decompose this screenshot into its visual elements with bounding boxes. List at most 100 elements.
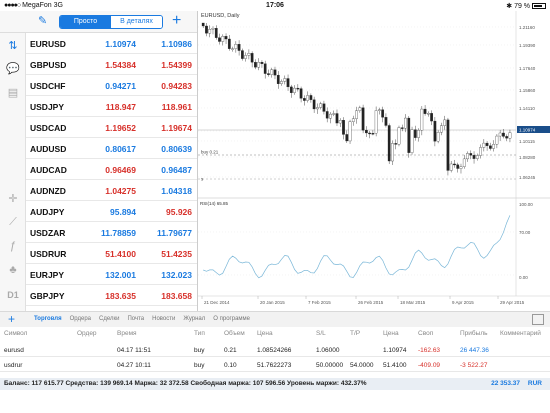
indicator-f-icon[interactable]: ƒ [5,239,21,253]
quote-bid: 1.04275 [105,186,136,196]
quote-row[interactable]: EURJPY 132.001 132.023 [26,264,197,285]
candle-body [237,44,241,51]
bluetooth-icon: ✱ [506,3,513,10]
cell-time: 04.17 11:51 [117,347,151,354]
quote-row[interactable]: AUDJPY 95.894 95.926 [26,201,197,222]
objects-icon[interactable]: ♣ [5,263,21,277]
edit-pencil-icon[interactable]: ✎ [38,14,52,28]
cell-symbol: usdrur [4,362,23,369]
candle-body [436,132,440,142]
quote-row[interactable]: AUDCAD 0.96469 0.96487 [26,159,197,180]
candle-body [322,103,326,112]
quote-row[interactable]: AUDNZD 1.04275 1.04318 [26,180,197,201]
candle-body [325,111,329,119]
chart-canvas[interactable]: EURUSD, Daily 1.21160 1.19390 1.17640 1.1586… [198,11,550,311]
price-tick-label: 1.19390 [519,43,536,48]
column-header: Ордер [77,330,97,337]
quote-symbol: USDZAR [30,228,66,238]
column-header: Прибыль [460,330,488,337]
tab-5[interactable]: Журнал [183,316,205,322]
quote-bid: 1.19652 [105,123,136,133]
chat-icon[interactable]: 💬 [5,62,21,76]
candle-body [263,63,267,74]
new-order-button[interactable]: + [8,312,15,326]
price-chart[interactable]: EURUSD, Daily 1.21160 1.19390 1.17640 1.1586… [197,11,550,311]
quote-bid: 118.947 [105,102,136,112]
status-bar: ●●●●○ MegaFon 3G 17:06 ✱ 79 % [0,0,550,11]
quote-row[interactable]: USDCAD 1.19652 1.19674 [26,117,197,138]
tab-0[interactable]: Торговля [34,316,62,322]
date-tick-label: 20 Jan 2015 [260,300,285,305]
candle-body [306,95,309,101]
column-header: T/P [350,330,361,337]
battery-info: ✱ 79 % [506,2,546,10]
quote-row[interactable]: USDCHF 0.94271 0.94283 [26,75,197,96]
quote-row[interactable]: USDRUR 51.4100 51.4235 [26,243,197,264]
add-symbol-button[interactable]: + [172,12,181,30]
candle-body [508,132,512,139]
candle-body [485,142,489,146]
document-icon[interactable]: ▤ [5,86,21,100]
table-row[interactable]: eurusd 04.17 11:51 buy 0.21 1.08524266 1.0600… [0,344,550,357]
quotes-icon[interactable]: ⇅ [5,39,21,53]
candle-body [211,28,215,30]
candle-body [407,117,411,153]
candle-body [257,62,261,68]
quote-row[interactable]: EURUSD 1.10974 1.10986 [26,33,197,54]
view-mode-switch: Просто В деталях [59,15,163,29]
quote-bid: 183.635 [105,291,136,301]
quote-row[interactable]: GBPJPY 183.635 183.658 [26,285,197,306]
tab-2[interactable]: Сделки [99,316,119,322]
candle-body [335,113,339,124]
line-tools-icon[interactable]: ⟋ [5,215,21,229]
cell-price: 51.7622273 [257,362,292,369]
candle-body [348,121,352,142]
candle-body [456,164,460,169]
tab-simple[interactable]: Просто [60,16,111,28]
quote-ask: 0.96487 [161,165,192,175]
quote-bid: 51.4100 [105,249,136,259]
crosshair-icon[interactable]: ✛ [5,192,21,206]
candle-body [404,117,407,129]
price-tick-label: 1.17640 [519,66,536,71]
clock: 17:06 [266,2,284,9]
quote-row[interactable]: USDZAR 11.78859 11.79677 [26,222,197,243]
cell-tp: 54.0000 [350,362,374,369]
table-row[interactable]: usdrur 04.27 10:11 buy 0.10 51.7622273 50.000… [0,359,550,372]
candle-body [289,86,293,93]
trade-table: Символ Ордер Время Тип Объем Цена S/L T/P Цена Св… [0,327,550,413]
quote-ask: 132.023 [161,270,192,280]
quotes-list: EURUSD 1.10974 1.10986 GBPUSD 1.54384 1.54399… [26,33,197,311]
balance-bar: Баланс: 117 615.77 Средства: 139 969.14 … [0,378,550,390]
tab-6[interactable]: О программе [213,316,250,322]
quote-row[interactable]: AUDUSD 0.80617 0.80639 [26,138,197,159]
candle-body [489,145,492,149]
cell-price_now: 51.4100 [383,362,407,369]
candle-body [227,38,231,49]
candle-body [254,62,257,68]
candle-body [492,144,495,149]
quote-ask: 0.94283 [161,81,192,91]
layout-icon[interactable] [532,314,544,325]
current-price-label: 1.10974 [519,128,536,133]
column-header: Символ [4,330,28,337]
quote-row[interactable]: GBPUSD 1.54384 1.54399 [26,54,197,75]
candle-body [374,110,378,134]
candle-body [365,130,368,134]
quote-row[interactable]: USDJPY 118.947 118.961 [26,96,197,117]
candle-body [430,113,433,122]
candle-body [387,125,391,162]
candle-body [433,120,437,142]
price-tick-label: 1.15860 [519,88,536,93]
tab-3[interactable]: Почта [127,316,144,322]
tab-4[interactable]: Новости [152,316,175,322]
tab-details[interactable]: В деталях [111,16,162,28]
balance-summary: Баланс: 117 615.77 Средства: 139 969.14 … [4,380,367,387]
timeframe-d1-icon[interactable]: D1 [5,288,21,302]
candle-body [273,69,277,76]
cell-volume: 0.10 [224,362,237,369]
candle-body [247,53,251,56]
cell-price_now: 1.10974 [383,347,407,354]
candle-body [368,132,371,135]
tab-1[interactable]: Ордера [70,316,91,322]
